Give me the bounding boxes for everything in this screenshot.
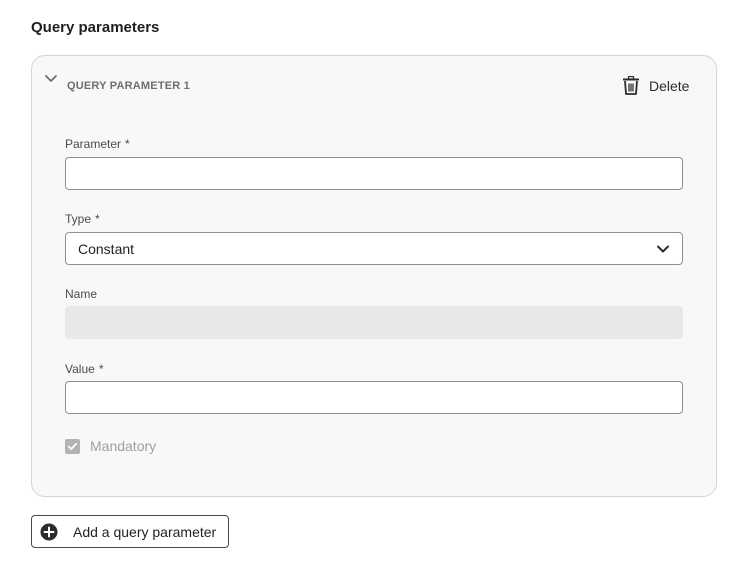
add-query-parameter-label: Add a query parameter: [73, 523, 217, 540]
trash-icon: [623, 76, 639, 95]
required-mark: *: [125, 137, 130, 151]
parameter-input[interactable]: [65, 157, 683, 190]
mandatory-label: Mandatory: [90, 438, 157, 454]
mandatory-checkbox-row: Mandatory: [65, 438, 156, 454]
add-query-parameter-button[interactable]: Add a query parameter: [31, 515, 229, 548]
type-select[interactable]: Constant: [65, 232, 683, 265]
add-circle-icon: [40, 523, 58, 540]
card-title: QUERY PARAMETER 1: [67, 80, 190, 92]
name-input: [65, 306, 683, 339]
required-mark: *: [95, 212, 100, 226]
value-label: Value *: [65, 362, 104, 376]
chevron-down-icon: [657, 245, 669, 252]
query-parameter-card: QUERY PARAMETER 1 Delete Parameter * Type…: [31, 55, 717, 497]
chevron-down-icon[interactable]: [43, 70, 59, 86]
checkmark-icon: [67, 442, 78, 450]
type-label: Type *: [65, 212, 100, 226]
required-mark: *: [98, 362, 104, 376]
section-title: Query parameters: [31, 19, 160, 36]
delete-button[interactable]: Delete: [622, 76, 689, 95]
delete-label: Delete: [649, 77, 690, 94]
value-input[interactable]: [65, 381, 683, 414]
mandatory-checkbox: [65, 438, 80, 454]
name-label: Name: [65, 287, 98, 301]
type-selected-value: Constant: [78, 240, 135, 257]
parameter-label: Parameter *: [65, 137, 130, 151]
